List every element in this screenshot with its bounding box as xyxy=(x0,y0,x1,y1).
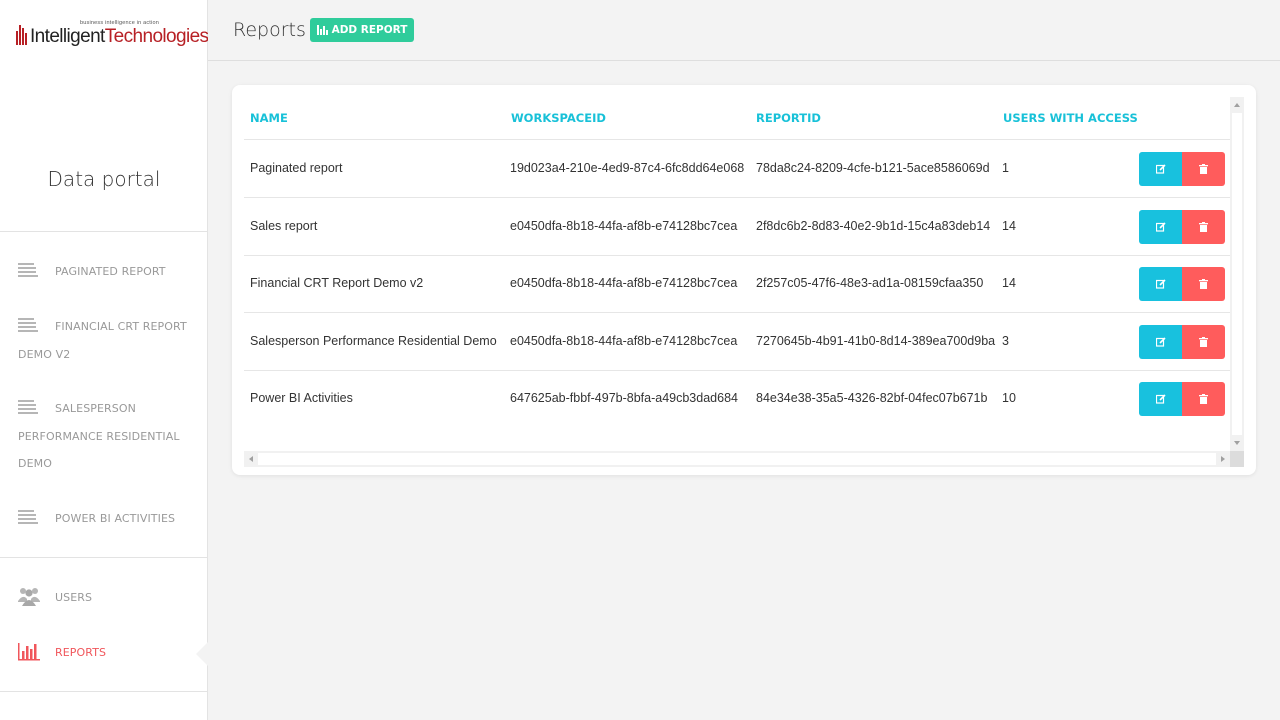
cell-report-id: 7270645b-4b91-41b0-8d14-389ea700d9ba xyxy=(756,334,996,348)
scrollbar-corner xyxy=(1230,451,1244,467)
sidebar-item-label: USERS xyxy=(55,591,93,604)
edit-icon xyxy=(1155,394,1166,404)
sidebar: business intelligence in action Intellig… xyxy=(0,0,209,720)
trash-icon xyxy=(1199,222,1208,232)
reports-card: NAME WORKSPACEID REPORTID USERS WITH ACC… xyxy=(232,85,1256,475)
cell-name: Financial CRT Report Demo v2 xyxy=(250,276,424,290)
logo-word-1: Intelligent xyxy=(30,26,105,47)
add-report-button[interactable]: ADD REPORT xyxy=(310,18,414,42)
edit-icon xyxy=(1155,222,1166,232)
list-icon xyxy=(18,317,38,333)
cell-users: 10 xyxy=(1002,391,1016,405)
cell-name: Power BI Activities xyxy=(250,391,353,405)
trash-icon xyxy=(1199,337,1208,347)
sidebar-item-label: POWER BI ACTIVITIES xyxy=(55,512,176,525)
sidebar-item-financial-crt-report[interactable]: FINANCIAL CRT REPORT DEMO V2 xyxy=(18,313,198,368)
edit-icon xyxy=(1155,279,1166,289)
edit-button[interactable] xyxy=(1139,152,1182,186)
sidebar-item-label: FINANCIAL CRT REPORT DEMO V2 xyxy=(18,320,187,361)
sidebar-item-users[interactable]: USERS xyxy=(18,584,198,612)
column-header-users-with-access[interactable]: USERS WITH ACCESS xyxy=(1003,111,1138,125)
edit-button[interactable] xyxy=(1139,382,1182,416)
active-indicator xyxy=(196,642,208,666)
add-report-label: ADD REPORT xyxy=(331,24,408,36)
delete-button[interactable] xyxy=(1182,325,1225,359)
cell-workspace-id: e0450dfa-8b18-44fa-af8b-e74128bc7cea xyxy=(510,276,738,290)
sidebar-divider xyxy=(0,691,208,692)
row-divider xyxy=(244,255,1230,256)
users-icon xyxy=(18,588,40,606)
row-divider xyxy=(244,312,1230,313)
cell-users: 3 xyxy=(1002,334,1009,348)
bar-chart-icon xyxy=(316,25,329,35)
edit-icon xyxy=(1155,337,1166,347)
vertical-scrollbar[interactable] xyxy=(1230,97,1244,451)
cell-report-id: 2f257c05-47f6-48e3-ad1a-08159cfaa350 xyxy=(756,276,984,290)
delete-button[interactable] xyxy=(1182,267,1225,301)
sidebar-item-label: SALESPERSON PERFORMANCE RESIDENTIAL DEMO xyxy=(18,402,180,470)
column-header-reportid[interactable]: REPORTID xyxy=(756,111,821,125)
company-logo[interactable]: business intelligence in action Intellig… xyxy=(16,20,209,54)
sidebar-divider xyxy=(0,557,208,558)
cell-workspace-id: 647625ab-fbbf-497b-8bfa-a49cb3dad684 xyxy=(510,391,738,405)
edit-button[interactable] xyxy=(1139,210,1182,244)
sidebar-item-label: PAGINATED REPORT xyxy=(55,265,166,278)
cell-users: 1 xyxy=(1002,161,1009,175)
header-divider xyxy=(244,139,1230,140)
trash-icon xyxy=(1199,394,1208,404)
scroll-left-icon[interactable] xyxy=(249,456,253,462)
sidebar-item-reports[interactable]: REPORTS xyxy=(18,639,198,667)
row-divider xyxy=(244,370,1230,371)
cell-workspace-id: 19d023a4-210e-4ed9-87c4-6fc8dd64e068 xyxy=(510,161,745,175)
sidebar-item-salesperson-performance[interactable]: SALESPERSON PERFORMANCE RESIDENTIAL DEMO xyxy=(18,395,198,478)
sidebar-item-power-bi-activities[interactable]: POWER BI ACTIVITIES xyxy=(18,505,198,533)
scroll-down-icon[interactable] xyxy=(1234,441,1240,445)
cell-users: 14 xyxy=(1002,276,1016,290)
list-icon xyxy=(18,509,38,525)
edit-icon xyxy=(1155,164,1166,174)
list-icon xyxy=(18,262,38,278)
cell-report-id: 2f8dc6b2-8d83-40e2-9b1d-15c4a83deb14 xyxy=(756,219,991,233)
delete-button[interactable] xyxy=(1182,210,1225,244)
logo-text: IntelligentTechnologies xyxy=(30,26,209,48)
cell-workspace-id: e0450dfa-8b18-44fa-af8b-e74128bc7cea xyxy=(510,334,738,348)
delete-button[interactable] xyxy=(1182,382,1225,416)
cell-name: Paginated report xyxy=(250,161,343,175)
list-icon xyxy=(18,399,38,415)
logo-mark-icon xyxy=(16,25,28,45)
scroll-right-icon[interactable] xyxy=(1221,456,1225,462)
scroll-up-icon[interactable] xyxy=(1234,103,1240,107)
cell-workspace-id: e0450dfa-8b18-44fa-af8b-e74128bc7cea xyxy=(510,219,738,233)
page-header: Reports ADD REPORT xyxy=(208,0,1280,61)
cell-users: 14 xyxy=(1002,219,1016,233)
column-header-workspaceid[interactable]: WORKSPACEID xyxy=(511,111,606,125)
sidebar-divider xyxy=(0,231,208,232)
bar-chart-icon xyxy=(18,643,40,661)
cell-report-id: 84e34e38-35a5-4326-82bf-04fec07b671b xyxy=(756,391,988,405)
edit-button[interactable] xyxy=(1139,267,1182,301)
scrollbar-thumb[interactable] xyxy=(1232,113,1242,435)
delete-button[interactable] xyxy=(1182,152,1225,186)
trash-icon xyxy=(1199,279,1208,289)
trash-icon xyxy=(1199,164,1208,174)
scrollbar-thumb[interactable] xyxy=(258,453,1216,465)
column-header-name[interactable]: NAME xyxy=(250,111,288,125)
logo-word-2: Technologies xyxy=(104,26,209,47)
reports-table: NAME WORKSPACEID REPORTID USERS WITH ACC… xyxy=(244,97,1244,467)
sidebar-item-label: REPORTS xyxy=(55,646,107,659)
edit-button[interactable] xyxy=(1139,325,1182,359)
sidebar-item-paginated-report[interactable]: PAGINATED REPORT xyxy=(18,258,198,286)
page-title: Reports xyxy=(233,19,306,41)
row-divider xyxy=(244,197,1230,198)
horizontal-scrollbar[interactable] xyxy=(244,451,1230,467)
cell-report-id: 78da8c24-8209-4cfe-b121-5ace8586069d xyxy=(756,161,990,175)
cell-name: Sales report xyxy=(250,219,318,233)
portal-title: Data portal xyxy=(47,167,161,191)
cell-name: Salesperson Performance Residential Demo xyxy=(250,334,497,348)
